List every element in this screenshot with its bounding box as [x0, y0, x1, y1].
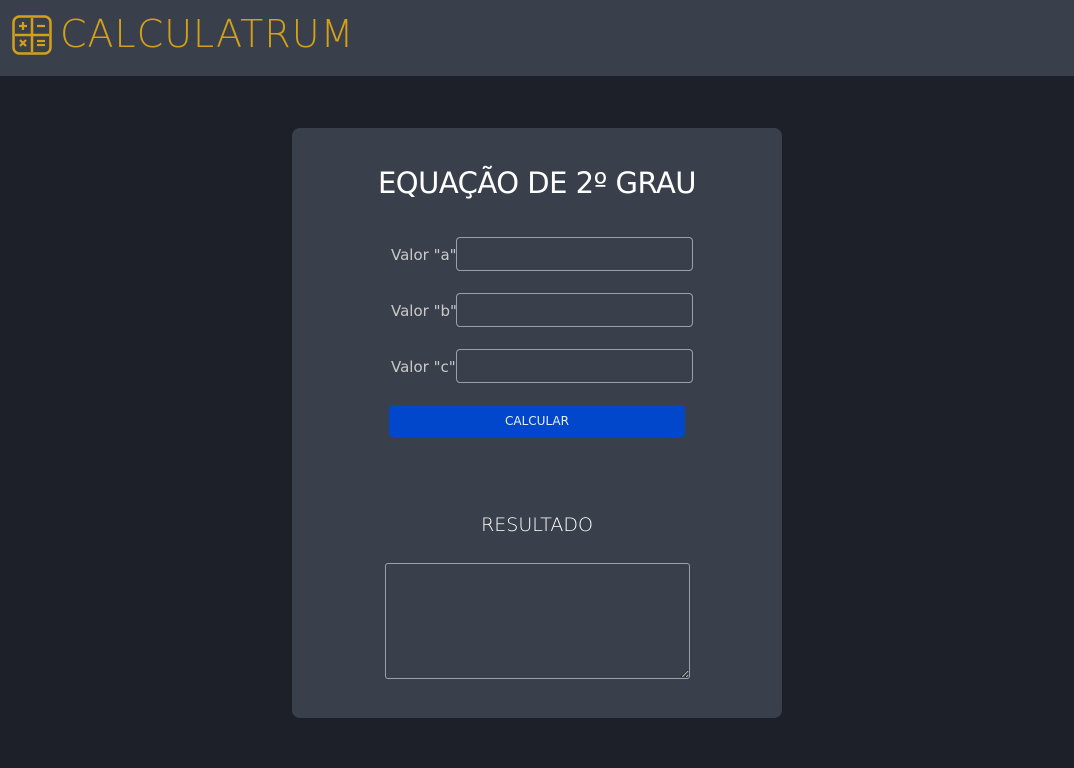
field-label-c: Valor "c" — [391, 358, 456, 376]
top-bar: CALCULATRUM — [0, 0, 1074, 76]
calculator-icon — [12, 15, 52, 55]
value-b-input[interactable] — [456, 293, 693, 327]
calculate-button[interactable]: CALCULAR — [389, 405, 685, 437]
field-label-a: Valor "a" — [391, 246, 457, 264]
field-label-b: Valor "b" — [391, 302, 457, 320]
equation-card: EQUAÇÃO DE 2º GRAU Valor "a" Valor "b" V… — [292, 128, 782, 718]
result-title: RESULTADO — [481, 514, 593, 536]
card-title: EQUAÇÃO DE 2º GRAU — [377, 166, 697, 200]
value-c-input[interactable] — [456, 349, 693, 383]
brand-name: CALCULATRUM — [60, 12, 355, 56]
result-textarea[interactable] — [385, 563, 690, 679]
value-a-input[interactable] — [456, 237, 693, 271]
